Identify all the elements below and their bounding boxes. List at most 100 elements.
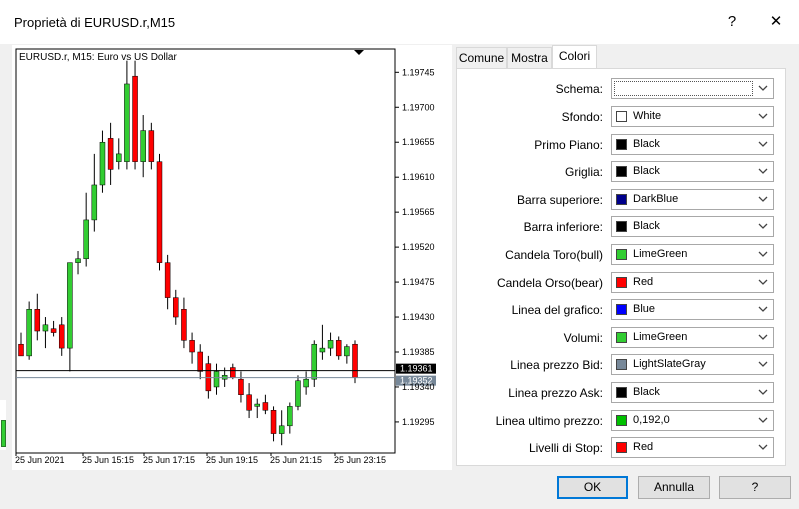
bear-candle — [246, 394, 252, 411]
y-tick-label: 1.19610 — [402, 172, 435, 182]
bull-candle — [91, 184, 98, 221]
chevron-down-icon — [758, 306, 768, 312]
color-select[interactable]: LimeGreen — [611, 244, 774, 265]
bull-candle — [344, 346, 350, 357]
color-value: Black — [633, 220, 660, 232]
help-button[interactable]: ? — [719, 476, 791, 499]
color-row-label: Candela Orso(bear) — [496, 276, 603, 290]
schema-select[interactable] — [611, 78, 774, 99]
color-row: Candela Orso(bear) Red — [457, 272, 787, 294]
bull-candle — [295, 380, 301, 407]
tab-colori[interactable]: Colori — [552, 45, 597, 68]
y-tick-label: 1.19565 — [402, 207, 435, 217]
color-swatch — [616, 111, 627, 122]
color-row: Barra inferiore: Black — [457, 216, 787, 238]
x-tick-label: 25 Jun 23:15 — [334, 455, 386, 465]
bear-candle — [189, 340, 195, 353]
colori-tab-page: Schema: Sfondo: White Primo Piano: Black Gri… — [456, 68, 786, 466]
color-value: Black — [633, 386, 660, 398]
color-select[interactable]: Black — [611, 382, 774, 403]
help-icon[interactable]: ? — [720, 10, 744, 34]
color-row: Linea del grafico: Blue — [457, 299, 787, 321]
chart-svg: EURUSD.r, M15: Euro vs US Dollar 1.19361… — [15, 48, 436, 465]
bull-candle — [124, 83, 130, 162]
color-select[interactable]: Black — [611, 134, 774, 155]
background-candle — [1, 420, 6, 447]
color-row: Volumi: LimeGreen — [457, 327, 787, 349]
color-swatch — [616, 221, 627, 232]
bull-candle — [116, 153, 122, 162]
bear-candle — [156, 161, 163, 263]
color-row-label: Barra inferiore: — [523, 220, 603, 234]
color-select[interactable]: Black — [611, 216, 774, 237]
bear-candle — [18, 343, 24, 357]
x-tick-label: 25 Jun 21:15 — [270, 455, 322, 465]
color-row-label: Candela Toro(bull) — [505, 248, 603, 262]
color-select[interactable]: Red — [611, 272, 774, 293]
bull-candle — [140, 130, 146, 162]
color-select[interactable]: DarkBlue — [611, 189, 774, 210]
x-tick-label: 25 Jun 15:15 — [82, 455, 134, 465]
schema-focus-rect — [614, 81, 753, 96]
bull-candle — [26, 309, 32, 357]
bear-candle — [34, 309, 41, 332]
color-swatch — [616, 139, 627, 150]
color-value: LimeGreen — [633, 331, 688, 343]
bear-candle — [148, 130, 155, 162]
tab-mostra[interactable]: Mostra — [507, 47, 552, 68]
chevron-down-icon — [758, 334, 768, 340]
tab-comune[interactable]: Comune — [456, 47, 507, 68]
color-value: White — [633, 110, 662, 122]
color-swatch — [616, 387, 627, 398]
color-row: Primo Piano: Black — [457, 134, 787, 156]
bull-candle — [254, 403, 260, 407]
chevron-down-icon — [758, 223, 768, 229]
color-row: Griglia: Black — [457, 161, 787, 183]
color-select[interactable]: Black — [611, 161, 774, 182]
bear-candle — [181, 309, 187, 341]
color-value: Black — [633, 138, 660, 150]
bull-candle — [213, 371, 220, 388]
color-select[interactable]: Blue — [611, 299, 774, 320]
bull-candle — [327, 340, 334, 349]
color-select[interactable]: Red — [611, 437, 774, 458]
color-value: Black — [633, 165, 660, 177]
y-tick-label: 1.19340 — [402, 382, 435, 392]
color-swatch — [616, 332, 627, 343]
color-row-label: Livelli di Stop: — [528, 441, 603, 455]
color-row-label: Linea ultimo prezzo: — [495, 414, 603, 428]
cancel-button[interactable]: Annulla — [638, 476, 710, 499]
color-select[interactable]: LightSlateGray — [611, 354, 774, 375]
bull-candle — [83, 219, 89, 260]
chart-preview: EURUSD.r, M15: Euro vs US Dollar 1.19361… — [12, 45, 452, 470]
window-title: Proprietà di EURUSD.r,M15 — [14, 15, 176, 30]
y-tick-label: 1.19385 — [402, 347, 435, 357]
color-swatch — [616, 304, 627, 315]
background-chart-strip — [0, 400, 6, 450]
color-swatch — [616, 415, 627, 426]
bull-candle — [99, 141, 106, 186]
color-select[interactable]: White — [611, 106, 774, 127]
bear-candle — [107, 138, 114, 170]
bid-price-label: 1.19361 — [400, 364, 433, 374]
bear-candle — [173, 297, 179, 318]
x-tick-label: 25 Jun 17:15 — [143, 455, 195, 465]
color-row: Candela Toro(bull) LimeGreen — [457, 244, 787, 266]
color-value: LimeGreen — [633, 248, 688, 260]
close-icon[interactable]: ✕ — [764, 10, 788, 34]
bear-candle — [335, 340, 342, 357]
bear-candle — [164, 262, 171, 298]
bear-candle — [58, 324, 65, 349]
color-value: Red — [633, 441, 654, 453]
chevron-down-icon — [758, 113, 768, 119]
color-select[interactable]: LimeGreen — [611, 327, 774, 348]
bear-candle — [230, 367, 236, 378]
color-select[interactable]: 0,192,0 — [611, 410, 774, 431]
bull-candle — [287, 406, 293, 427]
color-value: LightSlateGray — [633, 358, 706, 370]
y-tick-label: 1.19430 — [402, 312, 435, 322]
ok-button[interactable]: OK — [557, 476, 628, 499]
bull-candle — [311, 343, 318, 380]
chart-header: EURUSD.r, M15: Euro vs US Dollar — [19, 52, 177, 63]
color-row: Linea prezzo Ask: Black — [457, 382, 787, 404]
